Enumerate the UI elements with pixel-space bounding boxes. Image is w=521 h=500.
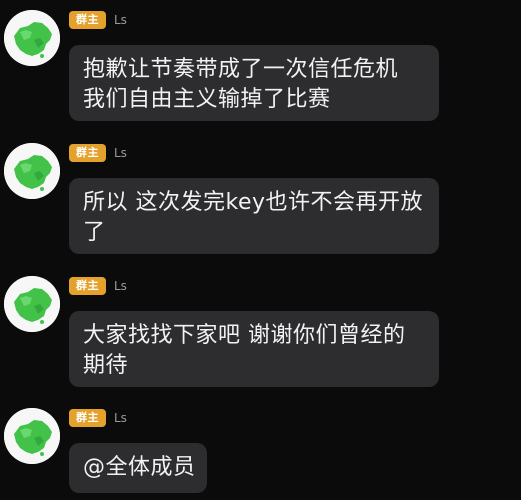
message-text-line: 我们自由主义输掉了比赛 bbox=[83, 87, 331, 112]
sender-name[interactable]: Ls bbox=[114, 409, 127, 427]
china-map-avatar-icon[interactable] bbox=[4, 143, 60, 199]
chat-thread: 群主 Ls 抱歉让节奏带成了一次信任危机 我们自由主义输掉了比赛 群主 Ls 所… bbox=[0, 0, 521, 500]
message-meta: 群主 Ls bbox=[69, 408, 127, 428]
china-map-avatar-icon[interactable] bbox=[4, 276, 60, 332]
message-meta: 群主 Ls bbox=[69, 143, 127, 163]
message-text-line: 所以 这次发完key也许不会再开放 bbox=[83, 190, 424, 215]
group-owner-badge: 群主 bbox=[69, 409, 106, 427]
message-text-line: 抱歉让节奏带成了一次信任危机 bbox=[83, 57, 399, 82]
message-meta: 群主 Ls bbox=[69, 276, 127, 296]
message-text-line: 期待 bbox=[83, 353, 129, 378]
group-owner-badge: 群主 bbox=[69, 144, 106, 162]
message-text-line: 大家找找下家吧 谢谢你们曾经的 bbox=[83, 323, 406, 348]
group-owner-badge: 群主 bbox=[69, 277, 106, 295]
message-text-line: 了 bbox=[83, 220, 106, 245]
message-meta: 群主 Ls bbox=[69, 10, 127, 30]
message-bubble[interactable]: 大家找找下家吧 谢谢你们曾经的 期待 bbox=[69, 311, 439, 387]
message-bubble[interactable]: 抱歉让节奏带成了一次信任危机 我们自由主义输掉了比赛 bbox=[69, 45, 439, 121]
sender-name[interactable]: Ls bbox=[114, 144, 127, 162]
message-text-line: @全体成员 bbox=[83, 455, 196, 480]
sender-name[interactable]: Ls bbox=[114, 11, 127, 29]
message-bubble[interactable]: 所以 这次发完key也许不会再开放 了 bbox=[69, 178, 439, 254]
china-map-avatar-icon[interactable] bbox=[4, 10, 60, 66]
group-owner-badge: 群主 bbox=[69, 11, 106, 29]
china-map-avatar-icon[interactable] bbox=[4, 408, 60, 464]
message-bubble[interactable]: @全体成员 bbox=[69, 443, 207, 493]
sender-name[interactable]: Ls bbox=[114, 277, 127, 295]
